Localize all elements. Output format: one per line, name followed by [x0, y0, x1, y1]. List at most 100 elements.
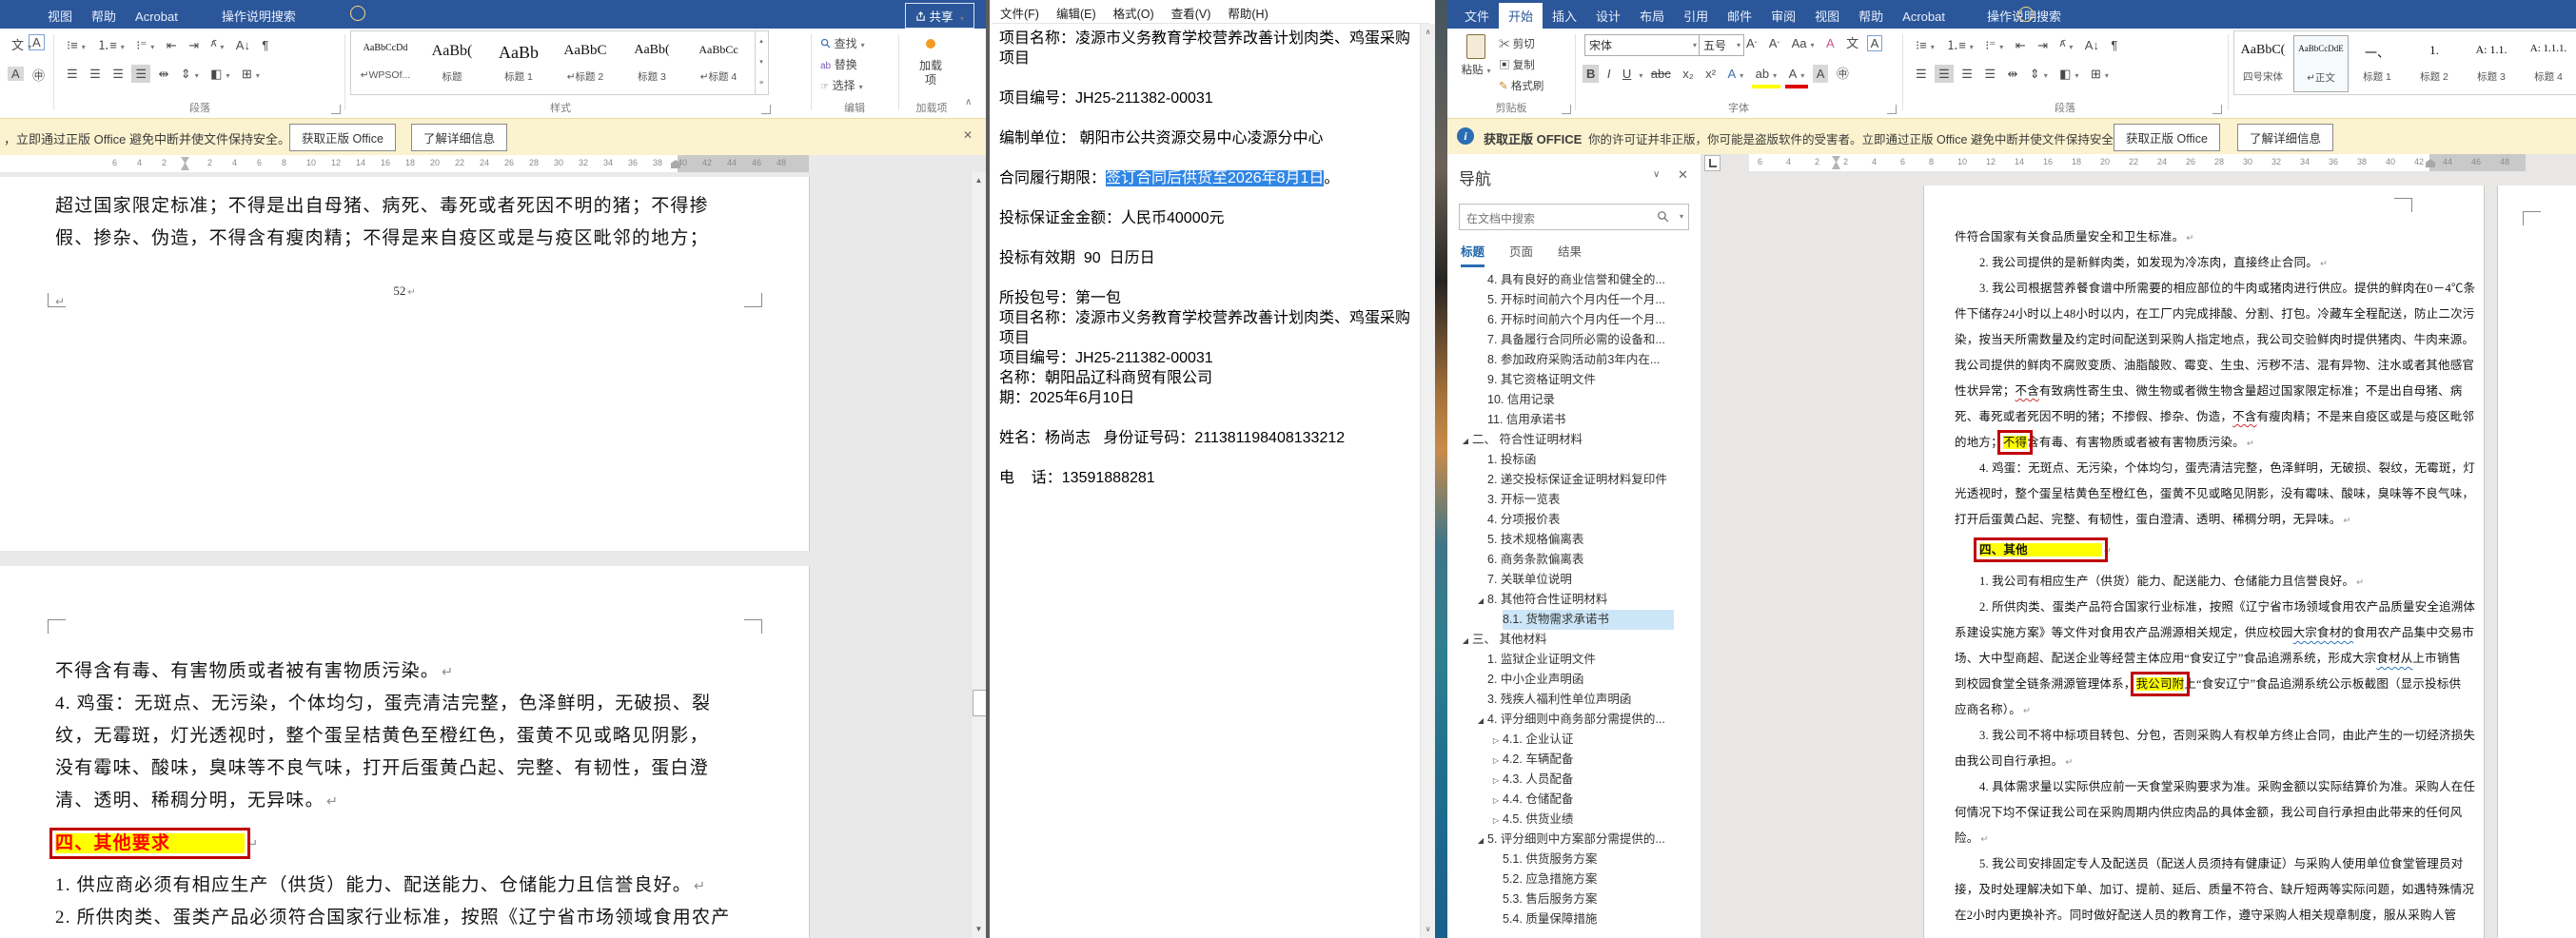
style-chip-标题 1[interactable]: 一、 标题 1 [2350, 35, 2404, 90]
show-marks-icon[interactable]: ¶ [258, 36, 272, 54]
decrease-indent-icon[interactable]: ⇤ [2012, 36, 2030, 54]
menu-item-帮助[interactable]: 帮助 [82, 0, 126, 25]
bullets-icon[interactable]: ⁝≡ ▾ [1912, 36, 1938, 56]
phonetic-guide-icon[interactable]: 文 [1842, 34, 1862, 52]
expanded-triangle-icon[interactable]: ◢ [1459, 431, 1472, 451]
scroll-down-icon[interactable]: ▼ [972, 922, 986, 937]
nav-tab-结果[interactable]: 结果 [1558, 242, 1582, 264]
multilevel-list-icon[interactable]: ⁝⁼ ▾ [1981, 36, 2007, 56]
ribbon-tab-审阅[interactable]: 审阅 [1761, 0, 1805, 25]
font-color-icon[interactable]: A ▾ [1784, 65, 1809, 88]
scroll-up-icon[interactable]: ▲ [972, 173, 986, 188]
left-document-area[interactable]: 超过国家限定标准；不得是出自母猪、病死、毒死或者死因不明的猪；不得掺 假、掺杂、伪… [0, 172, 971, 938]
paragraph-dialog-launcher[interactable] [331, 105, 341, 114]
align-right-icon[interactable]: ☰ [108, 65, 128, 83]
addins-button[interactable]: 加载项 [908, 36, 954, 88]
nav-item[interactable]: 7. 具备履行合同所必需的设备和... [1447, 330, 1700, 350]
distribute-icon[interactable]: ⇹ [2003, 65, 2021, 83]
collapsed-triangle-icon[interactable]: ▷ [1489, 811, 1503, 831]
enclose-characters-icon[interactable]: ㊥ [29, 67, 49, 85]
nav-item[interactable]: 4. 分项报价表 [1447, 510, 1700, 530]
nav-item[interactable]: ◢ 8. 其他符合性证明材料 [1447, 590, 1700, 610]
scroll-up-icon[interactable]: ∧ [1421, 25, 1435, 40]
ribbon-tab-插入[interactable]: 插入 [1543, 0, 1586, 25]
nav-item[interactable]: 3. 残疾人福利性单位声明函 [1447, 690, 1700, 710]
sort-icon[interactable]: A↓ [232, 36, 254, 54]
style-chip-标题[interactable]: AaBb(标题 [422, 35, 482, 90]
notepad-menu-查看(V)[interactable]: 查看(V) [1163, 0, 1220, 22]
style-chip-标题 4[interactable]: AaBbCc ↵标题 4 [688, 35, 749, 90]
style-chip-标题 1[interactable]: AaBb 标题 1 [488, 35, 549, 90]
nav-item[interactable]: 1. 监狱企业证明文件 [1447, 650, 1700, 670]
nav-item[interactable]: 9. 其它资格证明文件 [1447, 370, 1700, 390]
ribbon-tab-邮件[interactable]: 邮件 [1718, 0, 1761, 25]
nav-item[interactable]: 5. 开标时间前六个月内任一个月... [1447, 290, 1700, 310]
nav-item[interactable]: 8. 参加政府采购活动前3年内在... [1447, 350, 1700, 370]
ribbon-tab-视图[interactable]: 视图 [1805, 0, 1849, 25]
nav-item[interactable]: 5.1. 供货服务方案 [1447, 850, 1700, 870]
style-chip-标题 2[interactable]: 1. 标题 2 [2408, 35, 2461, 90]
left-page-1[interactable]: 超过国家限定标准；不得是出自母猪、病死、毒死或者死因不明的猪；不得掺 假、掺杂、伪… [0, 177, 809, 551]
ribbon-tab-布局[interactable]: 布局 [1630, 0, 1674, 25]
expanded-triangle-icon[interactable]: ◢ [1459, 631, 1472, 651]
nav-item[interactable]: 11. 信用承诺书 [1447, 410, 1700, 430]
collapse-ribbon-icon[interactable]: ∧ [965, 97, 972, 107]
notepad-menu-格式(O)[interactable]: 格式(O) [1105, 0, 1163, 22]
line-spacing-icon[interactable]: ⇕ ▾ [177, 65, 203, 85]
collapsed-triangle-icon[interactable]: ▷ [1489, 731, 1503, 751]
menu-item-视图[interactable]: 视图 [38, 0, 82, 25]
align-left-icon[interactable]: ☰ [63, 65, 82, 83]
increase-indent-icon[interactable]: ⇥ [2034, 36, 2052, 54]
search-options-icon[interactable]: ▾ [1680, 212, 1683, 221]
italic-icon[interactable]: I [1603, 65, 1615, 83]
expanded-triangle-icon[interactable]: ◢ [1474, 831, 1487, 850]
select-button[interactable]: ☞ 选择 ▾ [816, 76, 867, 96]
ribbon-tab-设计[interactable]: 设计 [1586, 0, 1630, 25]
notepad-menu-帮助(H)[interactable]: 帮助(H) [1219, 0, 1276, 22]
tab-selector[interactable] [1704, 155, 1721, 171]
nav-item[interactable]: 6. 开标时间前六个月内任一个月... [1447, 310, 1700, 330]
nav-item[interactable]: 2. 中小企业声明函 [1447, 670, 1700, 690]
style-chip-标题 3[interactable]: AaBb(标题 3 [621, 35, 682, 90]
styles-dialog-launcher[interactable] [761, 105, 771, 114]
share-button[interactable]: 共享 ▾ [905, 3, 974, 29]
justify-icon[interactable]: ☰ [1980, 65, 1999, 83]
close-nav-icon[interactable]: ✕ [1678, 167, 1688, 183]
right-page-2[interactable] [2498, 186, 2576, 938]
nav-search-box[interactable]: 在文档中搜索 ▾ [1459, 204, 1689, 230]
style-chip-四号宋体[interactable]: AaBbC(四号宋体 [2236, 35, 2290, 90]
asian-layout-icon[interactable]: ᴬ︠ ▾ [2055, 36, 2076, 56]
styles-gallery-scroll[interactable]: ▴ ▾ ≡ [755, 30, 769, 95]
ribbon-tab-帮助[interactable]: 帮助 [1849, 0, 1893, 25]
notepad-menu-编辑(E)[interactable]: 编辑(E) [1048, 0, 1105, 22]
nav-item[interactable]: 5.4. 质量保障措施 [1447, 909, 1700, 929]
menu-item-操作说明搜索[interactable]: 操作说明搜索 [212, 0, 305, 25]
nav-item[interactable]: 4. 具有良好的商业信誉和健全的... [1447, 270, 1700, 290]
style-chip-正文[interactable]: AaBbCcDdE ↵正文 [2293, 35, 2349, 92]
numbering-icon[interactable]: ⒈≡ ▾ [93, 36, 128, 56]
get-office-button[interactable]: 获取正版 Office [2114, 124, 2220, 151]
nav-item[interactable]: 5. 技术规格偏离表 [1447, 530, 1700, 550]
nav-item[interactable]: ▷ 4.2. 车辆配备 [1447, 750, 1700, 770]
clear-format-icon[interactable]: A [1822, 34, 1839, 52]
nav-item[interactable]: 5.2. 应急措施方案 [1447, 870, 1700, 889]
copy-button[interactable]: ▣ 复制 [1499, 57, 1544, 72]
learn-more-button[interactable]: 了解详细信息 [2237, 124, 2334, 151]
superscript-icon[interactable]: x² [1701, 65, 1720, 83]
paragraph-dialog-launcher[interactable] [2212, 105, 2222, 114]
nav-item[interactable]: 7. 关联单位说明 [1447, 570, 1700, 590]
font-name-select[interactable]: 宋体 ▾ [1584, 34, 1701, 56]
expanded-triangle-icon[interactable]: ◢ [1474, 711, 1487, 731]
nav-item[interactable]: ▷ 4.5. 供货业绩 [1447, 810, 1700, 830]
collapsed-triangle-icon[interactable]: ▷ [1489, 791, 1503, 811]
right-ruler[interactable]: 6 4 2 2 4 6 8 10 12 14 16 18 20 22 24 26 28 30 32 34 36 38 40 4… [1701, 154, 2576, 171]
justify-icon[interactable]: ☰ [131, 65, 150, 83]
notepad-menu-文件(F)[interactable]: 文件(F) [992, 0, 1048, 22]
highlight-color-icon[interactable]: ab ▾ [1751, 65, 1781, 88]
font-dialog-launcher[interactable] [1887, 105, 1897, 114]
clipboard-dialog-launcher[interactable] [1562, 105, 1571, 114]
multilevel-list-icon[interactable]: ⁝⁼ ▾ [132, 36, 158, 56]
align-center-icon[interactable]: ☰ [86, 65, 105, 83]
left-page-2[interactable]: 不得含有毒、有害物质或者被有害物质污染。 ↵ 4. 鸡蛋：无斑点、无污染，个体均匀，… [0, 566, 809, 938]
collapsed-triangle-icon[interactable]: ▷ [1489, 771, 1503, 791]
